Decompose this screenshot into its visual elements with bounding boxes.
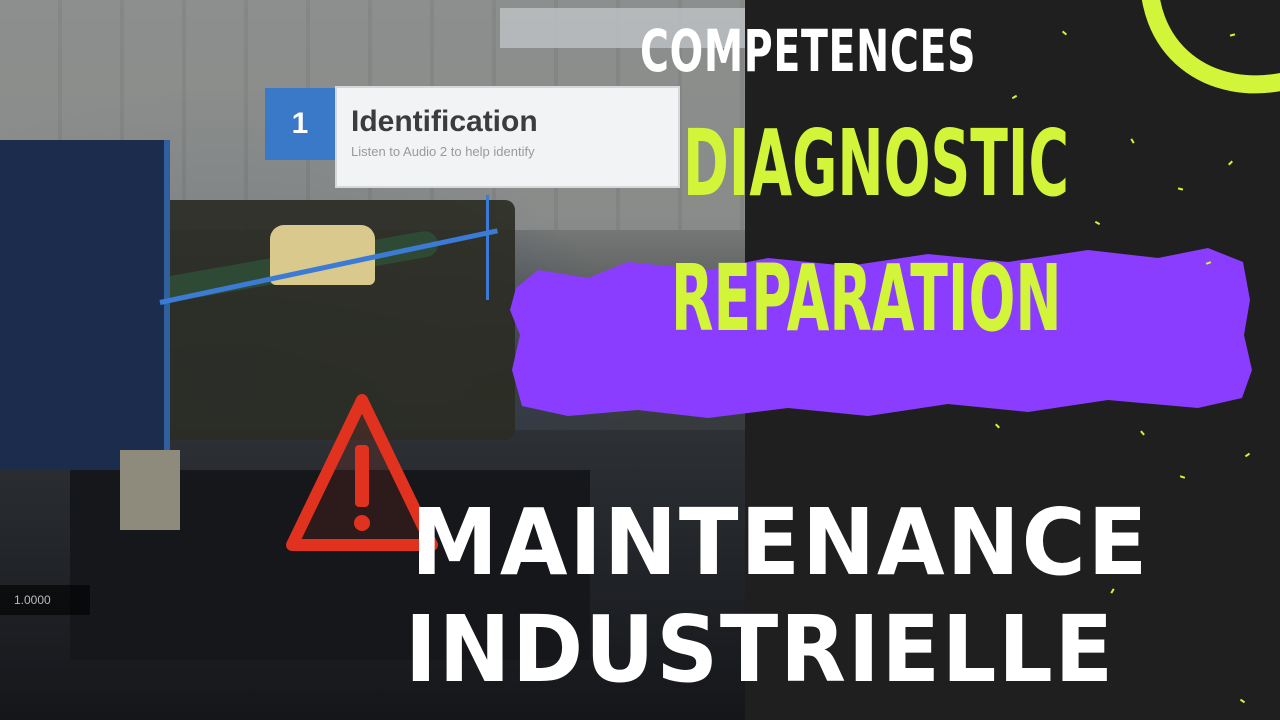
lime-arc-decoration (1142, 0, 1280, 94)
spark-decoration (1011, 94, 1018, 100)
spark-decoration (1140, 430, 1145, 436)
spark-decoration (1239, 698, 1246, 704)
callout-subtitle: Listen to Audio 2 to help identify (351, 144, 535, 159)
heading-reparation: REPARATION (671, 245, 1062, 352)
heading-maintenance: MAINTENANCE (411, 489, 1150, 596)
spark-decoration (1179, 475, 1186, 479)
spark-decoration (1228, 160, 1233, 166)
engine-blue-housing (0, 140, 170, 470)
callout-step-number: 1 (265, 88, 335, 160)
thumbnail-canvas: 1.0000 1 Identification Listen to Audio … (0, 0, 1280, 720)
photo-overlay-readout: 1.0000 (0, 585, 90, 615)
spark-decoration (1244, 452, 1251, 458)
spark-decoration (1061, 30, 1068, 36)
callout-title: Identification (351, 105, 538, 138)
spark-decoration (1130, 138, 1135, 144)
spark-decoration (1094, 220, 1101, 226)
engine-bracket (120, 450, 180, 530)
callout-card: Identification Listen to Audio 2 to help… (335, 86, 680, 188)
spark-decoration (1177, 187, 1184, 191)
heading-industrielle: INDUSTRIELLE (405, 596, 1115, 703)
heading-competences: COMPETENCES (640, 17, 977, 85)
callout-pointer-stem (486, 195, 489, 300)
heading-diagnostic: DIAGNOSTIC (683, 110, 1069, 217)
